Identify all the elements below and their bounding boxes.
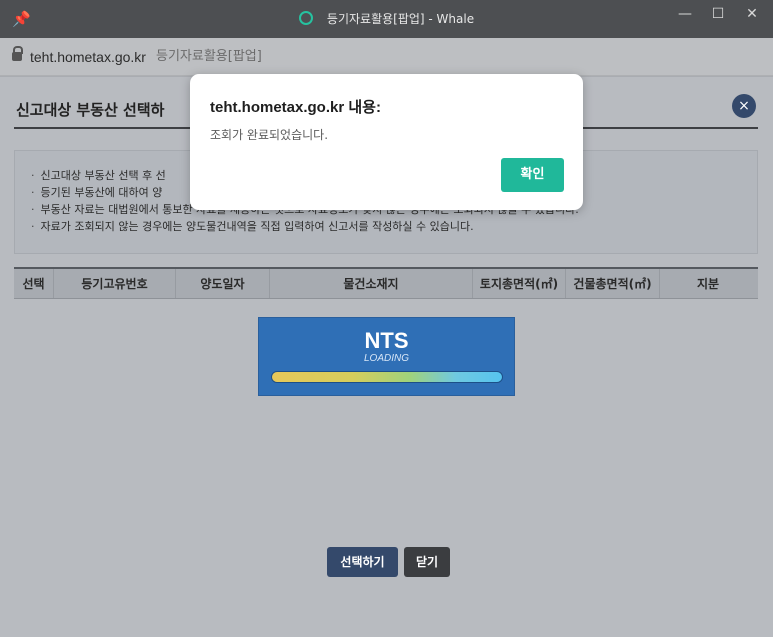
col-transfer-date: 양도일자 [176,269,270,298]
alert-dialog: teht.hometax.go.kr 내용: 조회가 완료되었습니다. 확인 [190,74,583,210]
col-land-area: 토지총면적(㎡) [473,269,566,298]
dialog-title: teht.hometax.go.kr 내용: [210,99,381,116]
close-popup-button[interactable]: × [732,94,756,118]
col-property-location: 물건소재지 [270,269,473,298]
lock-icon [12,46,23,61]
dialog-message: 조회가 완료되었습니다. [210,128,329,142]
address-bar[interactable]: teht.hometax.go.kr 등기자료활용[팝업] [0,38,773,76]
minimize-button[interactable]: — [675,4,695,24]
confirm-button[interactable]: 확인 [501,158,564,192]
col-share: 지분 [696,277,720,291]
nts-logo: NTS [364,328,409,353]
maximize-button[interactable]: ☐ [708,4,728,24]
col-select: 선택 [14,269,54,298]
loading-progress-bar [271,371,503,383]
window-title-bar: 📌 등기자료활용[팝업] - Whale — ☐ ✕ [0,0,773,38]
loading-indicator: NTS LOADING [258,317,515,396]
close-window-button[interactable]: ✕ [742,4,762,24]
close-button[interactable]: 닫기 [404,547,450,577]
page-title: 신고대상 부동산 선택하 [16,101,165,119]
col-building-area: 건물총면적(㎡) [566,269,660,298]
loading-text: LOADING [363,353,409,364]
table-header: 선택 등기고유번호 양도일자 물건소재지 토지총면적(㎡) 건물총면적(㎡) 지… [14,267,758,299]
notice-item: 자료가 조회되지 않는 경우에는 양도물건내역을 직접 입력하여 신고서를 작성… [31,218,757,235]
url-host: teht.hometax.go.kr [30,49,146,65]
window-title: 등기자료활용[팝업] - Whale [326,12,475,26]
url-page-title: 등기자료활용[팝업] [156,49,262,64]
status-ring-icon [298,11,313,25]
col-registry-number: 등기고유번호 [54,269,176,298]
select-button[interactable]: 선택하기 [327,547,398,577]
